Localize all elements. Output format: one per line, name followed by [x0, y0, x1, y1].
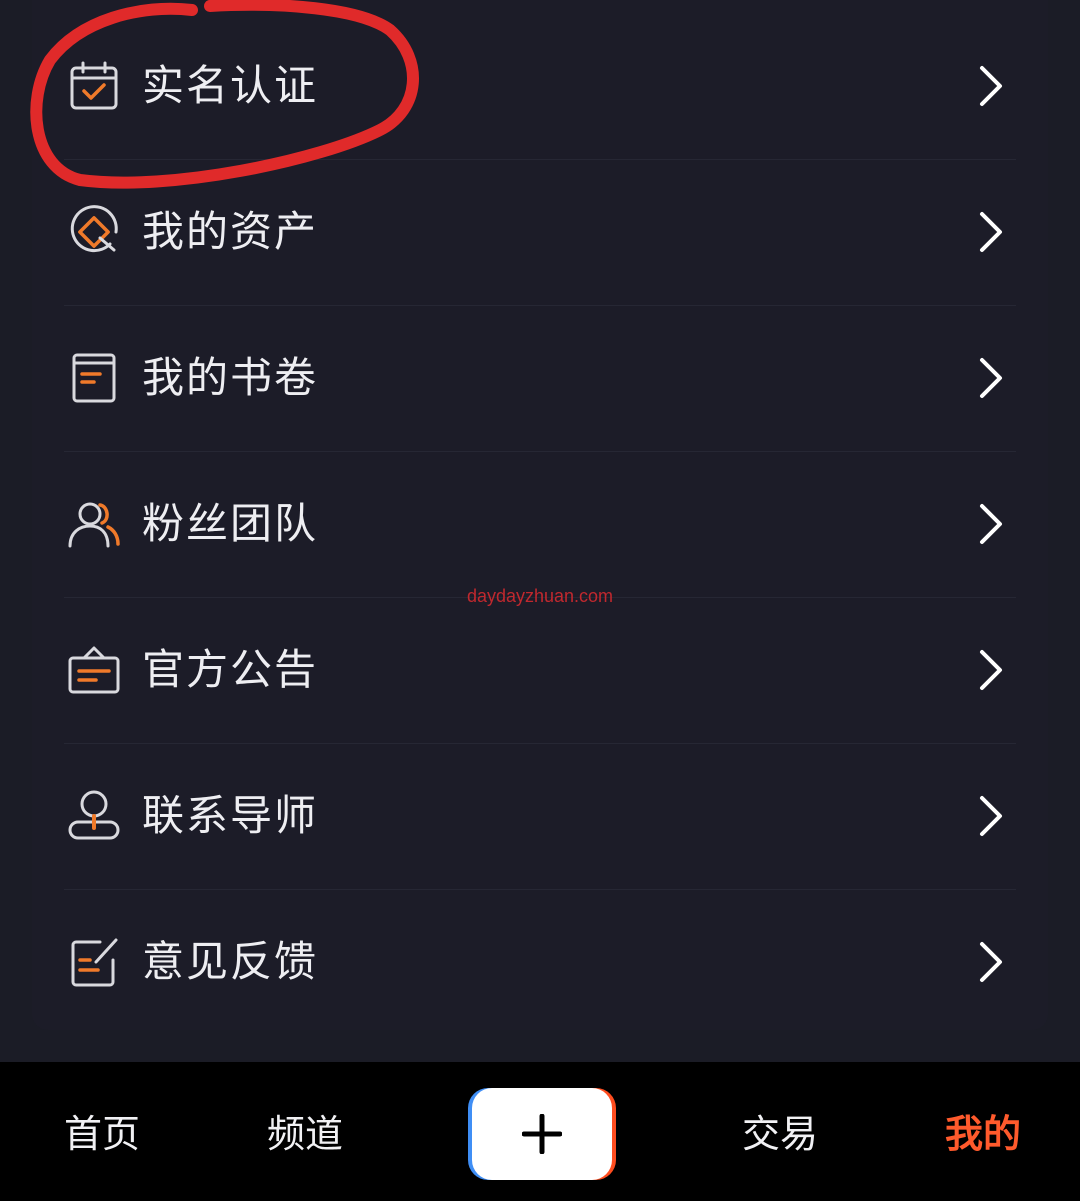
chevron-right-icon	[972, 356, 1008, 400]
chevron-right-icon	[972, 502, 1008, 546]
tab-home[interactable]: 首页	[64, 1112, 140, 1156]
chevron-right-icon	[972, 794, 1008, 838]
tab-channel[interactable]: 频道	[267, 1112, 343, 1156]
feedback-edit-icon	[66, 934, 122, 990]
plus-icon	[522, 1114, 562, 1154]
tab-trade[interactable]: 交易	[742, 1112, 818, 1156]
mentor-user-icon	[66, 788, 122, 844]
menu-item-feedback[interactable]: 意见反馈	[32, 889, 1048, 1035]
chevron-right-icon	[972, 648, 1008, 692]
team-users-icon	[66, 496, 122, 552]
menu-item-fan-team[interactable]: 粉丝团队	[32, 451, 1048, 597]
publish-plus-button[interactable]	[472, 1088, 612, 1180]
tab-mine[interactable]: 我的	[944, 1112, 1022, 1156]
watermark-text: daydayzhuan.com	[466, 586, 614, 606]
announcement-bag-icon	[66, 642, 122, 698]
menu-item-real-name-verification[interactable]: 实名认证	[32, 13, 1048, 159]
menu-item-label: 粉丝团队	[142, 499, 319, 548]
menu-item-label: 意见反馈	[142, 937, 319, 986]
menu-item-label: 我的资产	[142, 207, 319, 256]
calendar-check-icon	[66, 58, 122, 114]
asset-diamond-icon	[66, 204, 122, 260]
chevron-right-icon	[972, 210, 1008, 254]
menu-item-label: 官方公告	[142, 645, 319, 694]
bottom-tab-bar: 首页 频道 交易 我的	[0, 1062, 1080, 1201]
menu-item-label: 联系导师	[142, 791, 319, 840]
menu-item-label: 我的书卷	[142, 353, 319, 402]
menu-item-my-book-vouchers[interactable]: 我的书卷	[32, 305, 1048, 451]
menu-item-official-announcement[interactable]: 官方公告	[32, 597, 1048, 743]
menu-item-my-assets[interactable]: 我的资产	[32, 159, 1048, 305]
book-icon	[66, 350, 122, 406]
menu-card: 实名认证 我的资产 我的书卷 粉丝团队 官方公告 联系导师 意见反馈	[32, 0, 1048, 1030]
chevron-right-icon	[972, 940, 1008, 984]
menu-item-contact-mentor[interactable]: 联系导师	[32, 743, 1048, 889]
chevron-right-icon	[972, 64, 1008, 108]
menu-item-label: 实名认证	[142, 61, 319, 110]
